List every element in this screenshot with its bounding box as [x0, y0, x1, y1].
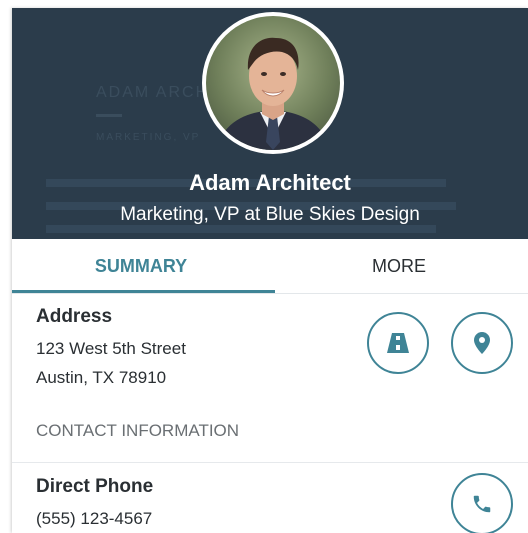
active-tab-indicator: [12, 290, 275, 293]
tab-bar: SUMMARY MORE: [12, 239, 528, 294]
road-icon: [387, 333, 409, 353]
profile-title: Marketing, VP at Blue Skies Design: [120, 204, 420, 225]
profile-photo: [206, 16, 340, 150]
direct-phone-label: Direct Phone: [36, 476, 154, 497]
direct-phone-value[interactable]: (555) 123-4567: [36, 509, 152, 529]
background-divider: [96, 114, 122, 117]
avatar: [202, 12, 344, 154]
call-button[interactable]: [451, 473, 513, 533]
address-line-1[interactable]: 123 West 5th Street: [36, 339, 186, 359]
tab-summary[interactable]: SUMMARY: [12, 239, 270, 293]
map-pin-icon: [474, 332, 490, 354]
divider: [12, 462, 528, 463]
background-name-text: ADAM ARCH: [96, 84, 210, 101]
phone-icon: [473, 495, 491, 513]
background-title-text: MARKETING, VP: [96, 132, 201, 143]
contact-card: ADAM ARCH MARKETING, VP Adam Architect M…: [12, 8, 528, 533]
address-label: Address: [36, 306, 113, 327]
address-line-2[interactable]: Austin, TX 78910: [36, 368, 166, 388]
profile-header: ADAM ARCH MARKETING, VP Adam Architect M…: [12, 8, 528, 239]
map-button[interactable]: [451, 312, 513, 374]
directions-button[interactable]: [367, 312, 429, 374]
contact-section-title: CONTACT INFORMATION: [36, 421, 240, 440]
profile-name: Adam Architect: [189, 170, 351, 195]
tab-more[interactable]: MORE: [270, 239, 528, 293]
background-bar: [46, 225, 436, 233]
